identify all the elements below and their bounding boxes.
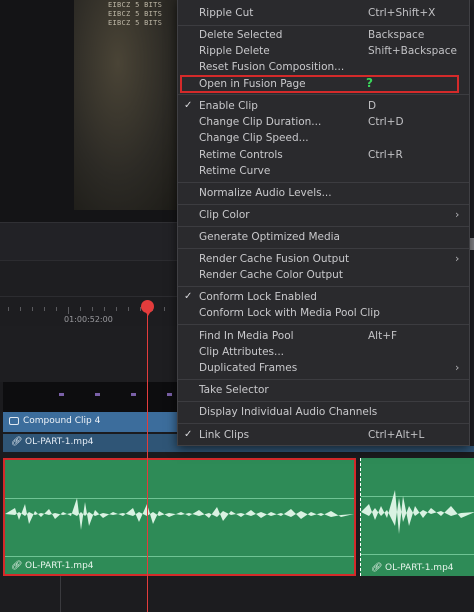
scrollbar-thumb[interactable]	[470, 238, 474, 250]
annotation-question-mark: ?	[366, 76, 373, 90]
video-clip-name: Compound Clip 4	[23, 416, 101, 426]
menu-item-ripple-cut[interactable]: Ripple Cut Ctrl+Shift+X	[178, 5, 469, 21]
menu-item-render-cache-fusion[interactable]: Render Cache Fusion Output ›	[178, 251, 469, 267]
chevron-right-icon: ›	[455, 208, 460, 221]
menu-item-change-duration[interactable]: Change Clip Duration... Ctrl+D	[178, 114, 469, 130]
ruler-timecode: 01:00:52:00	[64, 315, 113, 324]
link-icon: 🔗︎	[11, 437, 23, 447]
link-icon: 🔗︎	[11, 561, 23, 571]
menu-item-link-clips[interactable]: ✓ Link Clips Ctrl+Alt+L	[178, 427, 469, 443]
menu-item-render-cache-color[interactable]: Render Cache Color Output	[178, 267, 469, 283]
viewer-overlay-text: EIBCZ 5 BITS	[108, 10, 163, 18]
menu-item-find-media-pool[interactable]: Find In Media Pool Alt+F	[178, 328, 469, 344]
menu-side-scrollbar[interactable]	[470, 0, 474, 446]
playhead-line[interactable]	[147, 304, 148, 612]
viewer-image	[74, 0, 184, 210]
audio-clip-name: OL-PART-1.mp4	[25, 561, 94, 571]
check-icon: ✓	[184, 291, 193, 302]
menu-item-reset-fusion[interactable]: Reset Fusion Composition...	[178, 59, 469, 75]
menu-item-generate-optimized[interactable]: Generate Optimized Media	[178, 229, 469, 245]
video-link-name: OL-PART-1.mp4	[25, 437, 94, 447]
viewer-frame: EIBCZ 5 BITS EIBCZ 5 BITS EIBCZ 5 BITS	[74, 0, 184, 210]
audio-waveform	[5, 498, 354, 530]
menu-item-clip-color[interactable]: Clip Color ›	[178, 207, 469, 223]
check-icon: ✓	[184, 429, 193, 440]
menu-item-duplicated-frames[interactable]: Duplicated Frames ›	[178, 360, 469, 376]
menu-item-ripple-delete[interactable]: Ripple Delete Shift+Backspace	[178, 43, 469, 59]
viewer-overlay-text: EIBCZ 5 BITS	[108, 19, 163, 27]
audio-clip-selected[interactable]: 🔗︎ OL-PART-1.mp4	[3, 458, 356, 576]
chevron-right-icon: ›	[455, 361, 460, 374]
menu-item-delete-selected[interactable]: Delete Selected Backspace	[178, 27, 469, 43]
highlight-box	[180, 75, 459, 93]
chevron-right-icon: ›	[455, 252, 460, 265]
timeline-lower-area	[0, 576, 474, 612]
menu-item-display-audio-channels[interactable]: Display Individual Audio Channels	[178, 404, 469, 420]
viewer-overlay-text: EIBCZ 5 BITS	[108, 1, 163, 9]
menu-item-clip-attributes[interactable]: Clip Attributes...	[178, 344, 469, 360]
audio-waveform	[361, 490, 474, 534]
menu-item-take-selector[interactable]: Take Selector	[178, 382, 469, 398]
audio-clip-next[interactable]: 🔗︎ OL-PART-1.mp4	[360, 458, 474, 576]
compound-clip-icon	[9, 417, 19, 425]
link-icon: 🔗︎	[371, 563, 383, 573]
menu-item-retime-controls[interactable]: Retime Controls Ctrl+R	[178, 147, 469, 163]
audio-clip-name: OL-PART-1.mp4	[385, 563, 454, 573]
menu-item-normalize-audio[interactable]: Normalize Audio Levels...	[178, 185, 469, 201]
menu-item-change-speed[interactable]: Change Clip Speed...	[178, 130, 469, 146]
menu-item-conform-lock-media-pool[interactable]: Conform Lock with Media Pool Clip	[178, 305, 469, 321]
clip-context-menu: Ripple Cut Ctrl+Shift+X Delete Selected …	[177, 0, 470, 446]
check-icon: ✓	[184, 100, 193, 111]
menu-item-conform-lock[interactable]: ✓ Conform Lock Enabled	[178, 289, 469, 305]
menu-item-enable-clip[interactable]: ✓ Enable Clip D	[178, 98, 469, 114]
menu-item-retime-curve[interactable]: Retime Curve	[178, 163, 469, 179]
